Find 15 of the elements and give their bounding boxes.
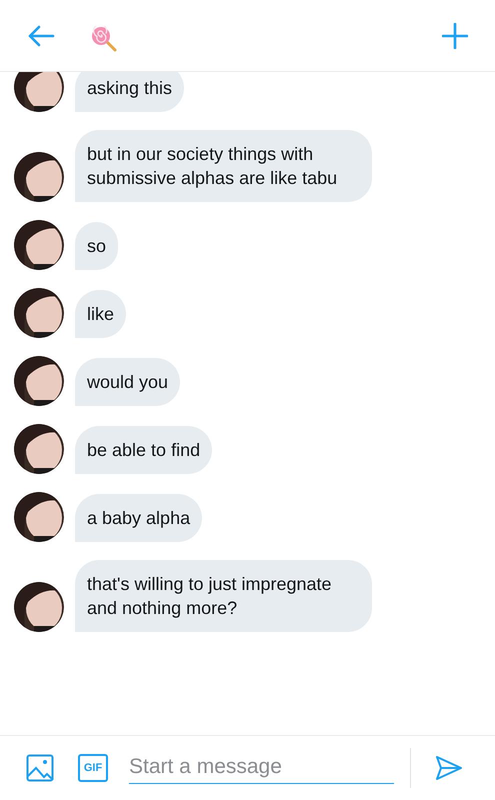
message-bubble: like xyxy=(75,290,126,338)
plus-icon[interactable] xyxy=(442,22,468,48)
send-icon[interactable] xyxy=(435,754,463,782)
image-icon[interactable] xyxy=(26,754,54,782)
message-bubble: be able to find xyxy=(75,426,212,474)
back-arrow-icon[interactable] xyxy=(27,24,55,48)
message-bubble: would you xyxy=(75,358,180,406)
message-bubble: but in our society things with submissive alphas are like tabu xyxy=(75,130,372,202)
message-bubble: so xyxy=(75,222,118,270)
message-bubble: asking this xyxy=(75,72,184,112)
message-bubble: a baby alpha xyxy=(75,494,202,542)
message-input[interactable]: Start a message xyxy=(129,752,394,784)
gif-button[interactable]: GIF xyxy=(78,754,108,782)
lollipop-icon xyxy=(91,26,117,52)
message-bubble: that's willing to just impregnate and nothing more? xyxy=(75,560,372,632)
